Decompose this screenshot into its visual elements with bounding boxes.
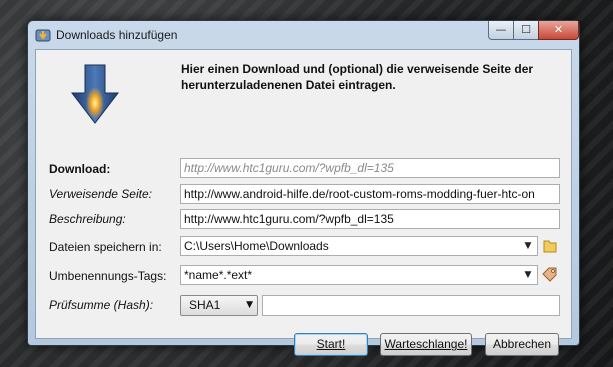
save-location-combo[interactable]: C:\Users\Home\Downloads ▼: [180, 236, 538, 256]
checksum-type-select[interactable]: SHA1 ▼: [180, 295, 258, 316]
dialog-content: Hier einen Download und (optional) die v…: [35, 49, 572, 356]
download-arrow-icon: [70, 64, 120, 124]
chevron-down-icon[interactable]: ▼: [521, 266, 535, 284]
save-location-label: Dateien speichern in:: [49, 240, 162, 254]
start-button[interactable]: Start!: [294, 333, 368, 356]
window-title: Downloads hinzufügen: [56, 28, 178, 42]
minimize-button[interactable]: —: [488, 21, 514, 40]
referer-url-input[interactable]: http://www.android-hilfe.de/root-custom-…: [180, 184, 560, 204]
start-button-label: Start!: [316, 337, 346, 351]
checksum-label: Prüfsumme (Hash):: [49, 298, 154, 312]
intro-text: Hier einen Download und (optional) die v…: [181, 62, 534, 92]
folder-icon[interactable]: [541, 237, 559, 255]
queue-button-label: Warteschlange!: [384, 337, 468, 351]
download-label: Download:: [49, 162, 111, 176]
cancel-button-label: Abbrechen: [492, 337, 552, 351]
close-button[interactable]: ✕: [538, 21, 579, 40]
rename-tags-value: *name*.*ext*: [184, 268, 253, 282]
dialog-window: Downloads hinzufügen — ☐ ✕ Hier einen Do…: [27, 20, 580, 356]
checksum-type-value: SHA1: [189, 298, 221, 312]
download-url-input[interactable]: http://www.htc1guru.com/?wpfb_dl=135: [180, 158, 560, 178]
download-app-icon: [35, 29, 51, 42]
checksum-input[interactable]: [262, 295, 560, 316]
description-input[interactable]: http://www.htc1guru.com/?wpfb_dl=135: [180, 209, 560, 229]
title-bar[interactable]: Downloads hinzufügen — ☐ ✕: [28, 21, 579, 48]
save-location-value: C:\Users\Home\Downloads: [184, 239, 329, 253]
cancel-button[interactable]: Abbrechen: [485, 333, 559, 356]
rename-tags-combo[interactable]: *name*.*ext* ▼: [180, 265, 538, 285]
chevron-down-icon[interactable]: ▼: [521, 237, 535, 255]
tag-icon[interactable]: [541, 266, 559, 284]
rename-tags-label: Umbenennungs-Tags:: [49, 269, 167, 283]
referer-label: Verweisende Seite:: [49, 187, 152, 201]
queue-button[interactable]: Warteschlange!: [380, 333, 472, 356]
maximize-button[interactable]: ☐: [513, 21, 539, 40]
chevron-down-icon: ▼: [246, 300, 253, 310]
description-label: Beschreibung:: [49, 212, 126, 226]
